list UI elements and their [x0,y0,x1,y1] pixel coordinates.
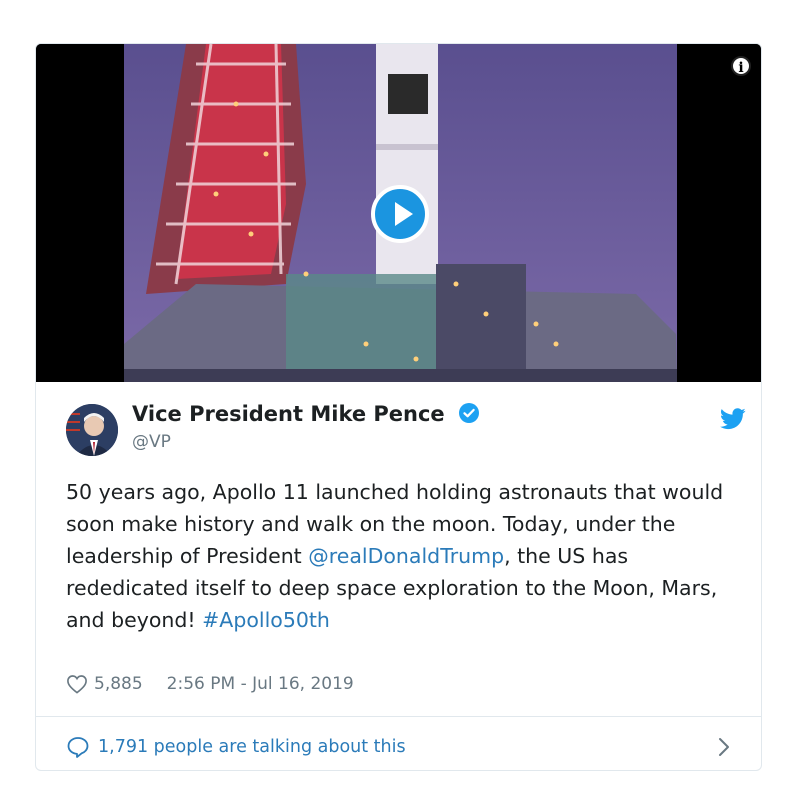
mention-link[interactable]: @realDonaldTrump [308,544,504,568]
tweet-header: Vice President Mike Pence @VP [66,400,746,460]
conversation-link[interactable]: 1,791 people are talking about this [66,732,731,762]
heart-icon[interactable] [66,674,88,694]
play-icon[interactable] [371,185,429,243]
tweet-timestamp[interactable]: 2:56 PM - Jul 16, 2019 [167,674,354,694]
info-icon[interactable]: i [731,56,751,76]
like-count[interactable]: 5,885 [94,674,143,694]
avatar[interactable] [66,404,118,456]
talking-count-text: 1,791 people are talking about this [98,737,406,757]
author-name[interactable]: Vice President Mike Pence [132,402,480,426]
tweet-meta: 5,885 2:56 PM - Jul 16, 2019 [66,674,354,694]
chevron-right-icon[interactable] [717,736,731,758]
author-handle[interactable]: @VP [132,432,171,452]
verified-badge-icon [459,403,479,423]
author-name-text: Vice President Mike Pence [132,402,445,426]
video-thumbnail[interactable]: i [36,44,761,382]
tweet-card: i Vice President Mike Pence @VP 50 years… [35,43,762,771]
twitter-bird-icon[interactable] [720,408,746,430]
divider [36,716,761,717]
tweet-text: 50 years ago, Apollo 11 launched holding… [66,476,746,636]
reply-bubble-icon [67,737,89,758]
hashtag-link[interactable]: #Apollo50th [202,608,330,632]
